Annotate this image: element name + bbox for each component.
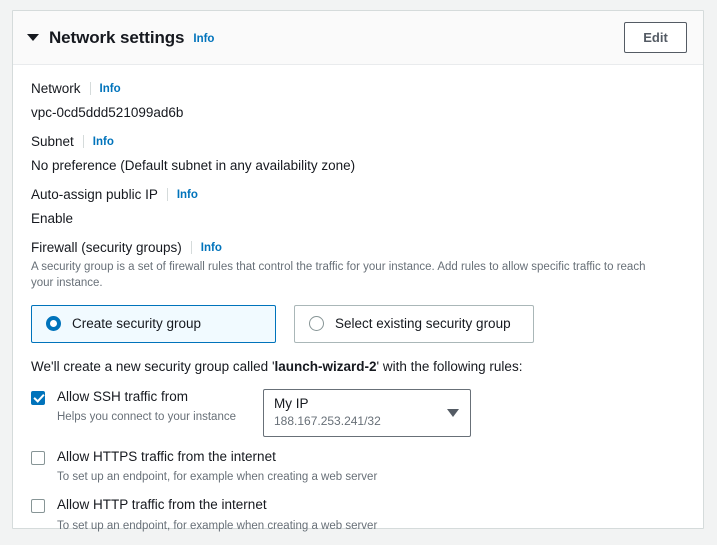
sentence-prefix: We'll create a new security group called… — [31, 358, 275, 374]
rule-https-subtitle: To set up an endpoint, for example when … — [57, 470, 378, 483]
sentence-suffix: ' with the following rules: — [376, 358, 523, 374]
rule-https-title: Allow HTTPS traffic from the internet — [57, 448, 276, 464]
page-title: Network settings — [49, 27, 185, 47]
rule-https-head: Allow HTTPS traffic from the internet — [31, 449, 377, 465]
firewall-description: A security group is a set of firewall ru… — [31, 261, 646, 290]
divider — [89, 82, 91, 95]
firewall-label-row: Firewall (security groups) Info — [31, 240, 685, 255]
rule-ssh-title: Allow SSH traffic from — [57, 388, 189, 404]
rule-https-left: Allow HTTPS traffic from the internet To… — [31, 449, 377, 486]
rule-row-ssh: Allow SSH traffic from Helps you connect… — [31, 388, 685, 437]
network-settings-info-link[interactable]: Info — [193, 33, 214, 45]
security-group-mode-group: Create security group Select existing se… — [31, 304, 685, 343]
network-info-link[interactable]: Info — [100, 83, 121, 95]
rule-http-head: Allow HTTP traffic from the internet — [31, 497, 377, 514]
radio-tile-select-label: Select existing security group — [335, 316, 511, 332]
network-label: Network — [31, 81, 81, 96]
rule-row-http: Allow HTTP traffic from the internet To … — [31, 497, 685, 534]
subnet-info-link[interactable]: Info — [93, 136, 114, 148]
auto-assign-ip-label: Auto-assign public IP — [31, 187, 158, 202]
checkbox-allow-http[interactable] — [31, 499, 45, 514]
caret-down-icon[interactable] — [27, 34, 39, 41]
auto-assign-ip-value: Enable — [31, 211, 74, 226]
caret-down-icon[interactable] — [447, 408, 459, 417]
security-group-name-sentence: We'll create a new security group called… — [31, 359, 685, 374]
firewall-info-link[interactable]: Info — [201, 242, 222, 254]
divider — [190, 241, 192, 254]
auto-assign-ip-info-link[interactable]: Info — [177, 189, 198, 201]
rule-ssh-subtitle: Helps you connect to your instance — [57, 410, 236, 423]
subnet-label: Subnet — [31, 134, 74, 149]
firewall-label: Firewall (security groups) — [31, 240, 182, 255]
ssh-source-select[interactable]: My IP 188.167.253.241/32 — [263, 388, 471, 437]
rule-ssh-head: Allow SSH traffic from — [31, 389, 263, 405]
rule-ssh-left: Allow SSH traffic from Helps you connect… — [31, 389, 263, 426]
divider — [82, 135, 84, 148]
network-settings-page: Network settings Info Edit Network Info … — [0, 0, 717, 545]
rule-http-left: Allow HTTP traffic from the internet To … — [31, 497, 377, 534]
rule-http-subtitle: To set up an endpoint, for example when … — [57, 519, 378, 532]
network-value: vpc-0cd5ddd521099ad6b — [31, 105, 184, 120]
security-group-name: launch-wizard-2 — [274, 358, 377, 374]
subnet-value: No preference (Default subnet in any ava… — [31, 158, 356, 173]
radio-tile-create-security-group[interactable]: Create security group — [31, 304, 276, 343]
radio-tile-create-label: Create security group — [72, 316, 202, 332]
checkbox-allow-https[interactable] — [31, 450, 45, 465]
auto-assign-ip-label-row: Auto-assign public IP Info — [31, 187, 685, 202]
radio-tile-select-existing-security-group[interactable]: Select existing security group — [294, 304, 534, 343]
rule-http-title: Allow HTTP traffic from the internet — [57, 497, 267, 513]
ssh-source-value: My IP — [274, 395, 309, 411]
card-body: Network Info vpc-0cd5ddd521099ad6b Subne… — [13, 65, 703, 534]
subnet-label-row: Subnet Info — [31, 134, 685, 149]
card-header: Network settings Info Edit — [13, 11, 703, 65]
network-settings-card: Network settings Info Edit Network Info … — [12, 10, 704, 532]
radio-icon-selected[interactable] — [46, 316, 61, 332]
network-label-row: Network Info — [31, 81, 685, 96]
checkbox-allow-ssh[interactable] — [31, 390, 45, 405]
rule-row-https: Allow HTTPS traffic from the internet To… — [31, 449, 685, 486]
edit-button[interactable]: Edit — [624, 22, 687, 53]
divider — [166, 188, 168, 201]
ssh-source-detail: 188.167.253.241/32 — [274, 414, 381, 429]
radio-icon-unselected[interactable] — [309, 316, 324, 332]
